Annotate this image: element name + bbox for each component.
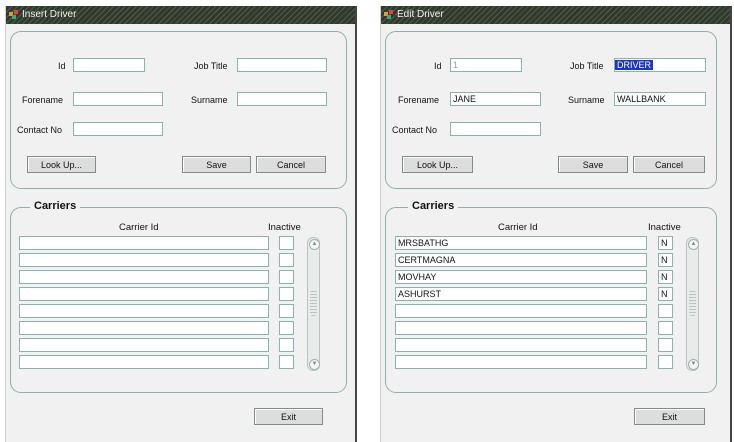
surname-label: Surname bbox=[191, 95, 228, 105]
forename-field[interactable]: JANE bbox=[450, 92, 541, 106]
forename-label: Forename bbox=[398, 95, 440, 105]
inactive-cell[interactable] bbox=[658, 304, 673, 318]
inactive-cell[interactable] bbox=[279, 253, 294, 267]
edit-driver-window: Edit Driver Id 1 Job Title DRIVER Forena… bbox=[380, 6, 732, 442]
carriers-scrollbar[interactable]: ▲ ▼ bbox=[686, 237, 699, 371]
inactive-cell[interactable] bbox=[279, 321, 294, 335]
forename-label: Forename bbox=[22, 95, 64, 105]
id-field[interactable] bbox=[73, 58, 145, 72]
id-label: Id bbox=[434, 61, 442, 71]
forename-field[interactable] bbox=[73, 92, 163, 106]
inactive-cell[interactable] bbox=[658, 321, 673, 335]
inactive-cell[interactable]: N bbox=[658, 236, 673, 250]
inactive-cell[interactable] bbox=[279, 338, 294, 352]
scroll-up-icon[interactable]: ▲ bbox=[309, 239, 320, 250]
job-title-field[interactable] bbox=[237, 58, 327, 72]
inactive-cell[interactable] bbox=[279, 236, 294, 250]
inactive-cell[interactable]: N bbox=[658, 287, 673, 301]
carrier-id-cell[interactable]: ASHURST bbox=[395, 287, 647, 301]
cancel-button[interactable]: Cancel bbox=[633, 156, 705, 173]
cancel-button[interactable]: Cancel bbox=[256, 156, 326, 173]
exit-button[interactable]: Exit bbox=[254, 408, 323, 425]
window-title: Insert Driver bbox=[22, 9, 77, 20]
carrier-id-cell[interactable] bbox=[19, 355, 269, 369]
carrier-id-cell[interactable]: MRSBATHG bbox=[395, 236, 647, 250]
inactive-cell[interactable] bbox=[279, 287, 294, 301]
surname-label: Surname bbox=[568, 95, 605, 105]
carrier-id-cell[interactable] bbox=[395, 355, 647, 369]
inactive-cell[interactable] bbox=[279, 270, 294, 284]
carrier-id-cell[interactable] bbox=[395, 304, 647, 318]
carrier-id-cell[interactable] bbox=[19, 270, 269, 284]
job-title-label: Job Title bbox=[194, 61, 228, 71]
scroll-down-icon[interactable]: ▼ bbox=[309, 359, 320, 370]
job-title-field[interactable]: DRIVER bbox=[614, 58, 706, 72]
inactive-cell[interactable] bbox=[279, 304, 294, 318]
contact-no-label: Contact No bbox=[392, 125, 438, 135]
carriers-panel: Carriers Carrier Id Inactive ▲ ▼ bbox=[10, 200, 347, 393]
carrier-id-cell[interactable] bbox=[395, 338, 647, 352]
carriers-title: Carriers bbox=[408, 200, 459, 212]
inactive-cell[interactable] bbox=[279, 355, 294, 369]
carriers-scrollbar[interactable]: ▲ ▼ bbox=[307, 237, 320, 371]
carrier-id-header: Carrier Id bbox=[119, 222, 159, 233]
look-up-button[interactable]: Look Up... bbox=[27, 156, 96, 173]
carrier-id-cell[interactable] bbox=[395, 321, 647, 335]
contact-no-field[interactable] bbox=[73, 122, 163, 136]
inactive-cell[interactable] bbox=[658, 338, 673, 352]
scroll-grip-icon[interactable] bbox=[689, 290, 696, 316]
id-label: Id bbox=[58, 61, 66, 71]
surname-field[interactable]: WALLBANK bbox=[614, 92, 706, 106]
app-icon bbox=[9, 10, 18, 19]
app-icon bbox=[384, 10, 393, 19]
insert-driver-titlebar: Insert Driver bbox=[6, 6, 355, 24]
carrier-id-header: Carrier Id bbox=[498, 222, 538, 233]
inactive-cell[interactable] bbox=[658, 355, 673, 369]
save-button[interactable]: Save bbox=[182, 156, 251, 173]
carrier-id-cell[interactable] bbox=[19, 321, 269, 335]
window-title: Edit Driver bbox=[397, 9, 444, 20]
driver-details-panel: Id Job Title Forename Surname Contact No… bbox=[10, 31, 347, 189]
save-button[interactable]: Save bbox=[558, 156, 628, 173]
scroll-grip-icon[interactable] bbox=[310, 290, 317, 316]
carriers-panel: Carriers Carrier Id Inactive MRSBATHG N … bbox=[385, 200, 717, 393]
scroll-down-icon[interactable]: ▼ bbox=[688, 359, 699, 370]
carriers-title: Carriers bbox=[30, 200, 81, 212]
carrier-id-cell[interactable]: CERTMAGNA bbox=[395, 253, 647, 267]
job-title-label: Job Title bbox=[570, 61, 604, 71]
carrier-id-cell[interactable]: MOVHAY bbox=[395, 270, 647, 284]
carrier-id-cell[interactable] bbox=[19, 287, 269, 301]
inactive-cell[interactable]: N bbox=[658, 253, 673, 267]
carrier-id-cell[interactable] bbox=[19, 338, 269, 352]
driver-details-panel: Id 1 Job Title DRIVER Forename JANE Surn… bbox=[385, 31, 717, 189]
carrier-id-cell[interactable] bbox=[19, 253, 269, 267]
id-field[interactable]: 1 bbox=[450, 58, 522, 72]
look-up-button[interactable]: Look Up... bbox=[402, 156, 473, 173]
edit-driver-titlebar: Edit Driver bbox=[381, 6, 730, 24]
inactive-cell[interactable]: N bbox=[658, 270, 673, 284]
contact-no-label: Contact No bbox=[17, 125, 63, 135]
inactive-header: Inactive bbox=[648, 222, 681, 233]
inactive-header: Inactive bbox=[268, 222, 301, 233]
surname-field[interactable] bbox=[237, 92, 327, 106]
exit-button[interactable]: Exit bbox=[634, 408, 705, 425]
scroll-up-icon[interactable]: ▲ bbox=[688, 239, 699, 250]
insert-driver-window: Insert Driver Id Job Title Forename Surn… bbox=[5, 6, 357, 442]
carrier-id-cell[interactable] bbox=[19, 236, 269, 250]
contact-no-field[interactable] bbox=[450, 122, 541, 136]
job-title-value: DRIVER bbox=[615, 60, 654, 70]
carrier-id-cell[interactable] bbox=[19, 304, 269, 318]
